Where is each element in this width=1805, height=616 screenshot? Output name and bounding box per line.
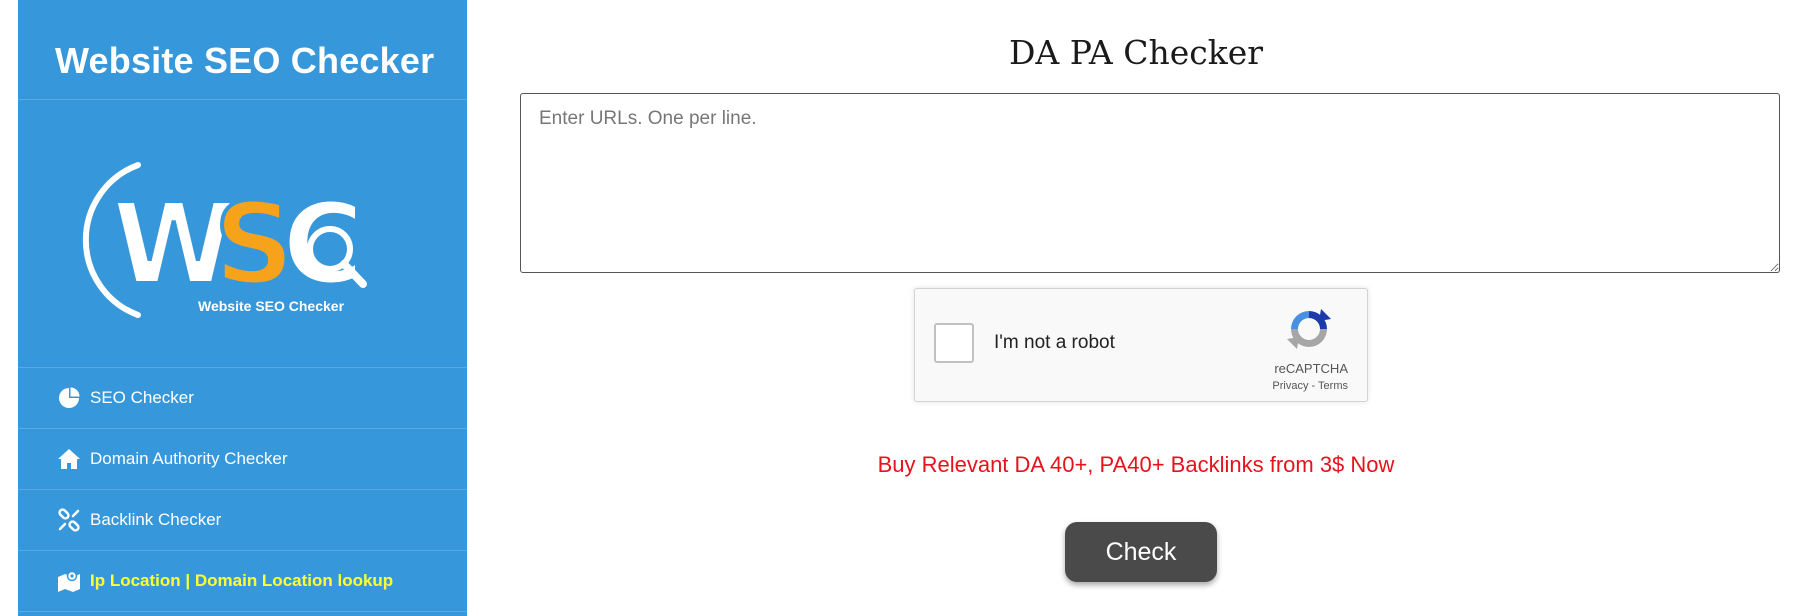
terms-link[interactable]: Terms <box>1318 380 1348 392</box>
backlinks-promo-link[interactable]: Buy Relevant DA 40+, PA40+ Backlinks fro… <box>467 452 1805 478</box>
urls-input[interactable] <box>520 93 1780 273</box>
recaptcha-widget: I'm not a robot reCAPTCHA Privacy - Term… <box>914 288 1368 402</box>
page-title: DA PA Checker <box>1008 33 1264 72</box>
site-title: Website SEO Checker <box>18 0 467 100</box>
logo-area: W S C Website SEO Checker <box>18 100 467 368</box>
broken-link-icon <box>56 507 82 533</box>
pie-chart-icon <box>56 385 82 411</box>
recaptcha-links: Privacy - Terms <box>1272 380 1348 392</box>
privacy-link[interactable]: Privacy <box>1272 380 1308 392</box>
check-button[interactable]: Check <box>1065 522 1217 582</box>
sidebar-item-label: Backlink Checker <box>90 510 222 529</box>
recaptcha-icon <box>1287 309 1331 349</box>
links-separator: - <box>1308 380 1319 392</box>
wsc-logo[interactable]: W S C Website SEO Checker <box>78 155 398 325</box>
logo-tagline: Website SEO Checker <box>198 298 345 314</box>
main-content: DA PA Checker I'm not a robot reCAPTCHA … <box>467 0 1805 616</box>
sidebar-item-label: Ip Location | Domain Location lookup <box>90 571 394 590</box>
sidebar-item-label: SEO Checker <box>90 388 194 407</box>
recaptcha-brand: reCAPTCHA <box>1274 361 1348 376</box>
map-icon <box>56 568 82 594</box>
sidebar-item-ip-location[interactable]: Ip Location | Domain Location lookup <box>18 551 467 612</box>
recaptcha-checkbox[interactable] <box>934 323 974 363</box>
home-icon <box>56 446 82 472</box>
sidebar: Website SEO Checker W S C Website SEO Ch… <box>18 0 467 616</box>
sidebar-item-label: Domain Authority Checker <box>90 449 288 468</box>
sidebar-item-backlink-checker[interactable]: Backlink Checker <box>18 490 467 551</box>
sidebar-item-seo-checker[interactable]: SEO Checker <box>18 368 467 429</box>
sidebar-item-domain-authority-checker[interactable]: Domain Authority Checker <box>18 429 467 490</box>
recaptcha-label: I'm not a robot <box>994 332 1115 353</box>
